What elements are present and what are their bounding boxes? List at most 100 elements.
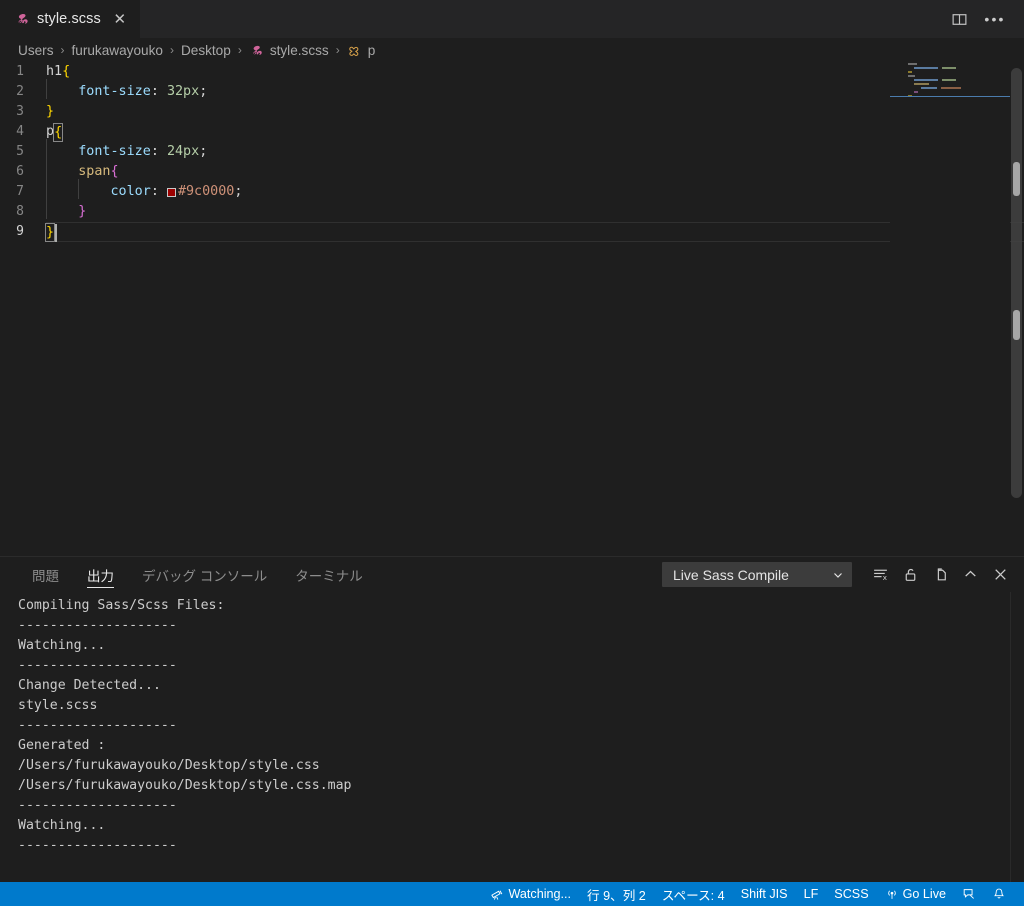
editor-minimap[interactable] (890, 62, 1010, 556)
output-line: -------------------- (18, 798, 177, 813)
breadcrumb: Users › furukawayouko › Desktop › style.… (0, 38, 1024, 62)
output-line: Generated : (18, 738, 106, 753)
code-line[interactable]: 1 h1{ (0, 62, 1024, 82)
panel-tab-problems[interactable]: 問題 (18, 557, 73, 592)
css-selector-icon (347, 43, 362, 58)
lock-scroll-icon[interactable] (896, 561, 924, 589)
chevron-down-icon (832, 569, 844, 581)
scrollbar-track[interactable] (1011, 68, 1022, 498)
line-number: 8 (16, 204, 24, 219)
line-number: 1 (16, 64, 24, 79)
code-line[interactable]: 2 font-size: 32px; (0, 79, 1024, 102)
code-line-text: span{ (46, 159, 1024, 182)
breadcrumb-separator: › (335, 43, 340, 57)
output-scrollbar[interactable] (1010, 592, 1024, 882)
bracket-match-highlight: } (44, 222, 56, 242)
line-number: 7 (16, 184, 24, 199)
svg-text:x: x (882, 573, 887, 582)
line-number: 9 (16, 224, 24, 239)
code-line-text: p{ (46, 122, 64, 142)
split-editor-icon[interactable] (944, 5, 974, 33)
code-content[interactable]: 1 h1{ 2 font-size: 32px; 3 } 4 p{ 5 font… (0, 62, 1024, 556)
output-line: Compiling Sass/Scss Files: (18, 598, 225, 613)
panel-tab-debug-console[interactable]: デバッグ コンソール (128, 557, 281, 592)
breadcrumb-label: furukawayouko (71, 42, 163, 58)
status-encoding[interactable]: Shift JIS (733, 882, 796, 906)
clear-output-icon[interactable]: x (866, 561, 894, 589)
code-line-text: } (46, 104, 55, 119)
status-language-mode[interactable]: SCSS (826, 882, 876, 906)
output-line: -------------------- (18, 838, 177, 853)
output-channel-select[interactable]: Live Sass Compile (662, 562, 852, 587)
breadcrumb-item-users[interactable]: Users (18, 43, 54, 58)
output-line: Change Detected... (18, 678, 161, 693)
status-indentation[interactable]: スペース: 4 (654, 882, 733, 906)
panel-tab-terminal[interactable]: ターミナル (281, 557, 377, 592)
open-in-editor-icon[interactable] (926, 561, 954, 589)
code-editor[interactable]: 1 h1{ 2 font-size: 32px; 3 } 4 p{ 5 font… (0, 62, 1024, 556)
code-line[interactable]: 6 span{ (0, 159, 1024, 182)
editor-tab-style-scss[interactable]: style.scss ✕ (0, 0, 140, 38)
sass-file-icon (249, 43, 264, 58)
line-number: 2 (16, 84, 24, 99)
status-label: Go Live (902, 887, 946, 901)
output-panel-content[interactable]: Compiling Sass/Scss Files: -------------… (0, 592, 1024, 882)
line-number: 4 (16, 124, 24, 139)
output-line: Watching... (18, 638, 106, 653)
breadcrumb-item-furukawayouko[interactable]: furukawayouko (72, 43, 163, 58)
code-line[interactable]: 5 font-size: 24px; (0, 139, 1024, 162)
code-line-text: h1{ (46, 64, 71, 79)
status-cursor-position[interactable]: 行 9、列 2 (579, 882, 654, 906)
breadcrumb-item-p[interactable]: p (347, 43, 375, 58)
output-line: -------------------- (18, 718, 177, 733)
scrollbar-thumb-secondary[interactable] (1013, 310, 1020, 340)
more-actions-icon[interactable]: ••• (980, 5, 1010, 33)
sass-icon (14, 11, 30, 27)
code-line-text: font-size: 32px; (46, 79, 1024, 102)
text-cursor (55, 224, 57, 242)
breadcrumb-separator: › (237, 43, 242, 57)
breadcrumb-item-desktop[interactable]: Desktop (181, 43, 231, 58)
scrollbar-thumb[interactable] (1013, 162, 1020, 196)
output-line: /Users/furukawayouko/Desktop/style.css (18, 758, 320, 773)
breadcrumb-label: Desktop (180, 42, 231, 58)
status-label: LF (803, 887, 819, 901)
code-line[interactable]: 7 color: #9c0000; (0, 179, 1024, 202)
breadcrumb-label: Users (18, 42, 54, 58)
breadcrumb-item-style-scss[interactable]: style.scss (249, 43, 329, 58)
panel-tab-label: 問題 (32, 568, 59, 584)
panel-tab-label: ターミナル (295, 568, 363, 584)
breadcrumb-label: style.scss (269, 42, 329, 58)
output-channel-value: Live Sass Compile (673, 566, 789, 583)
code-line-text: color: #9c0000; (46, 179, 1024, 202)
status-live-sass-watching[interactable]: Watching... (482, 882, 579, 906)
panel-tab-output[interactable]: 出力 (73, 557, 128, 592)
editor-tab-label: style.scss (37, 11, 101, 27)
code-line-active[interactable]: 9 } (0, 222, 1024, 242)
status-notifications[interactable] (984, 882, 1014, 906)
panel-tab-label: 出力 (87, 568, 114, 584)
breadcrumb-separator: › (169, 43, 174, 57)
close-icon[interactable]: ✕ (112, 12, 128, 27)
status-bar: Watching... 行 9、列 2 スペース: 4 Shift JIS LF… (0, 882, 1024, 906)
close-panel-icon[interactable] (986, 561, 1014, 589)
status-eol[interactable]: LF (796, 882, 827, 906)
code-line[interactable]: 8 } (0, 199, 1024, 222)
status-label: Watching... (508, 887, 572, 901)
status-label: 行 9、列 2 (587, 888, 646, 903)
output-line: style.scss (18, 698, 98, 713)
code-line[interactable]: 3 } (0, 102, 1024, 122)
output-line: Watching... (18, 818, 106, 833)
code-line[interactable]: 4 p{ (0, 122, 1024, 142)
line-number: 3 (16, 104, 24, 119)
output-line: -------------------- (18, 618, 177, 633)
status-label: スペース: 4 (661, 888, 725, 903)
color-swatch[interactable] (166, 187, 176, 197)
output-line: -------------------- (18, 658, 177, 673)
maximize-panel-icon[interactable] (956, 561, 984, 589)
status-feedback[interactable] (954, 882, 984, 906)
status-go-live[interactable]: Go Live (877, 882, 954, 906)
editor-vertical-scrollbar[interactable] (1010, 62, 1024, 556)
broadcast-icon (885, 887, 899, 901)
code-line-text: font-size: 24px; (46, 139, 1024, 162)
